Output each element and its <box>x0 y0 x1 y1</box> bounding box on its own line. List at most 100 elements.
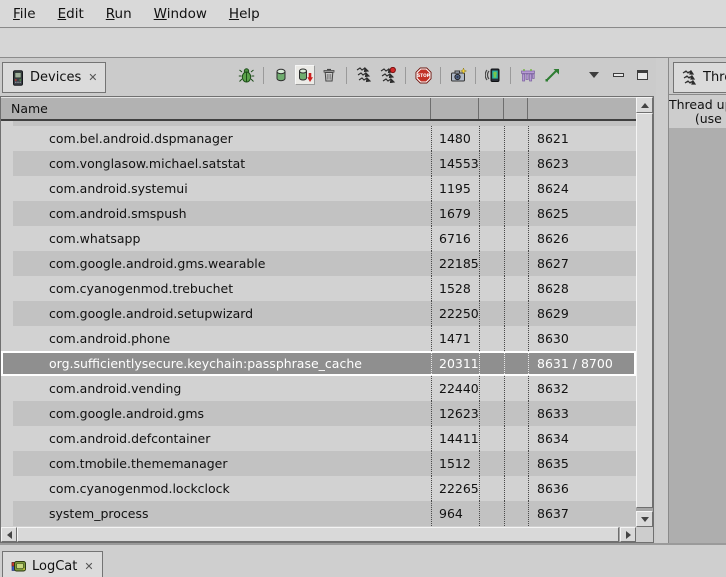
table-row[interactable]: com.cyanogenmod.lockclock222658636 <box>1 476 636 501</box>
toolbar-separator <box>405 67 406 84</box>
empty-cell <box>479 401 504 426</box>
empty-cell <box>504 251 528 276</box>
view-menu-button[interactable] <box>584 65 604 85</box>
pid-cell: 1528 <box>431 276 479 301</box>
threads-empty-table <box>669 128 726 543</box>
table-row[interactable]: com.android.vending224408632 <box>1 376 636 401</box>
menu-run-label: Run <box>106 6 132 22</box>
dump-hprof-button[interactable] <box>295 65 315 85</box>
pid-cell: 1195 <box>431 176 479 201</box>
panel-sash[interactable] <box>656 58 668 543</box>
process-name-cell: com.android.systemui <box>1 176 431 201</box>
column-header-name-label: Name <box>11 101 48 116</box>
empty-cell <box>479 176 504 201</box>
port-cell: 8621 <box>528 126 636 151</box>
empty-toolbar-strip <box>0 29 726 58</box>
vertical-scroll-thumb[interactable] <box>636 113 653 508</box>
menu-edit-label: Edit <box>58 6 84 22</box>
start-method-profiling-button[interactable] <box>378 65 398 85</box>
update-threads-button[interactable] <box>354 65 374 85</box>
horizontal-scrollbar[interactable] <box>1 527 636 542</box>
table-row[interactable]: com.whatsapp67168626 <box>1 226 636 251</box>
devices-toolbar: STOP <box>236 65 652 85</box>
empty-cell <box>504 201 528 226</box>
table-row[interactable]: com.bel.android.dspmanager14808621 <box>1 126 636 151</box>
menu-file[interactable]: File <box>2 0 47 27</box>
minimize-button[interactable] <box>608 65 628 85</box>
menu-run[interactable]: Run <box>95 0 143 27</box>
maximize-icon <box>637 70 648 80</box>
process-name-cell: com.vonglasow.michael.satstat <box>1 151 431 176</box>
port-cell: 8633 <box>528 401 636 426</box>
table-row[interactable]: com.android.phone14718630 <box>1 326 636 351</box>
dump-hprof-icon <box>297 67 314 83</box>
empty-cell <box>504 351 528 376</box>
menu-help-label: Help <box>229 6 260 22</box>
column-header-port[interactable] <box>528 98 636 119</box>
menu-edit[interactable]: Edit <box>47 0 95 27</box>
table-row[interactable]: com.android.systemui11958624 <box>1 176 636 201</box>
table-row[interactable]: com.android.defcontainer144118634 <box>1 426 636 451</box>
table-row[interactable]: com.google.android.gms.wearable221858627 <box>1 251 636 276</box>
update-heap-button[interactable] <box>271 65 291 85</box>
stop-process-button[interactable]: STOP <box>413 65 433 85</box>
scroll-left-button[interactable] <box>1 527 17 542</box>
tab-threads[interactable]: Threads <box>673 62 726 93</box>
column-header-2[interactable] <box>479 98 504 119</box>
scroll-down-button[interactable] <box>636 511 653 527</box>
devices-tabbar: Devices ✕ STOP <box>0 58 656 95</box>
table-row[interactable]: com.vonglasow.michael.satstat145538623 <box>1 151 636 176</box>
scroll-up-button[interactable] <box>636 97 653 113</box>
process-name-cell: com.google.android.gms.wearable <box>1 251 431 276</box>
debug-process-button[interactable] <box>236 65 256 85</box>
table-row[interactable]: com.google.android.gms126238633 <box>1 401 636 426</box>
empty-cell <box>504 376 528 401</box>
toolbar-separator <box>263 67 264 84</box>
vertical-scrollbar[interactable] <box>636 97 653 527</box>
process-name-cell: com.android.smspush <box>1 201 431 226</box>
empty-cell <box>479 376 504 401</box>
update-heap-icon <box>273 67 289 83</box>
arrow-left-icon <box>7 531 12 539</box>
horizontal-scroll-thumb[interactable] <box>17 527 619 542</box>
cause-gc-button[interactable] <box>319 65 339 85</box>
system-info-button[interactable] <box>518 65 538 85</box>
maximize-button[interactable] <box>632 65 652 85</box>
menu-window[interactable]: Window <box>143 0 218 27</box>
pid-cell: 1512 <box>431 451 479 476</box>
pid-cell: 1471 <box>431 326 479 351</box>
table-row[interactable]: com.android.smspush16798625 <box>1 201 636 226</box>
tab-devices-close-icon[interactable]: ✕ <box>88 71 97 84</box>
table-row[interactable]: system_process9648637 <box>1 501 636 526</box>
pid-cell: 12623 <box>431 401 479 426</box>
column-header-3[interactable] <box>504 98 528 119</box>
svg-text:STOP: STOP <box>417 73 430 78</box>
arrow-down-icon <box>641 517 649 522</box>
port-cell: 8635 <box>528 451 636 476</box>
column-header-pid[interactable] <box>431 98 479 119</box>
port-cell: 8625 <box>528 201 636 226</box>
tab-devices[interactable]: Devices ✕ <box>2 62 106 93</box>
update-threads-icon <box>356 67 372 83</box>
threads-tabbar: Threads <box>669 58 726 95</box>
network-stats-button[interactable] <box>542 65 562 85</box>
toolbar-separator <box>346 67 347 84</box>
screen-record-button[interactable] <box>483 65 503 85</box>
menu-help[interactable]: Help <box>218 0 271 27</box>
table-row[interactable]: com.cyanogenmod.trebuchet15288628 <box>1 276 636 301</box>
threads-message-area: Thread updates not enabled for selected … <box>669 95 726 128</box>
column-header-name[interactable]: Name <box>1 98 431 119</box>
system-info-icon <box>520 68 536 83</box>
pid-cell: 22265 <box>431 476 479 501</box>
tab-logcat-close-icon[interactable]: ✕ <box>84 560 93 573</box>
empty-cell <box>504 176 528 201</box>
table-row[interactable]: com.tmobile.thememanager15128635 <box>1 451 636 476</box>
toolbar-separator <box>510 67 511 84</box>
tab-logcat[interactable]: LogCat ✕ <box>2 551 103 577</box>
table-row[interactable]: com.google.android.setupwizard222508629 <box>1 301 636 326</box>
screen-capture-button[interactable] <box>448 65 468 85</box>
threads-message-line1: Thread updates not enabled for selected … <box>669 98 726 112</box>
scroll-right-button[interactable] <box>620 527 636 542</box>
empty-cell <box>504 276 528 301</box>
table-row-selected[interactable]: org.sufficientlysecure.keychain:passphra… <box>1 351 636 376</box>
